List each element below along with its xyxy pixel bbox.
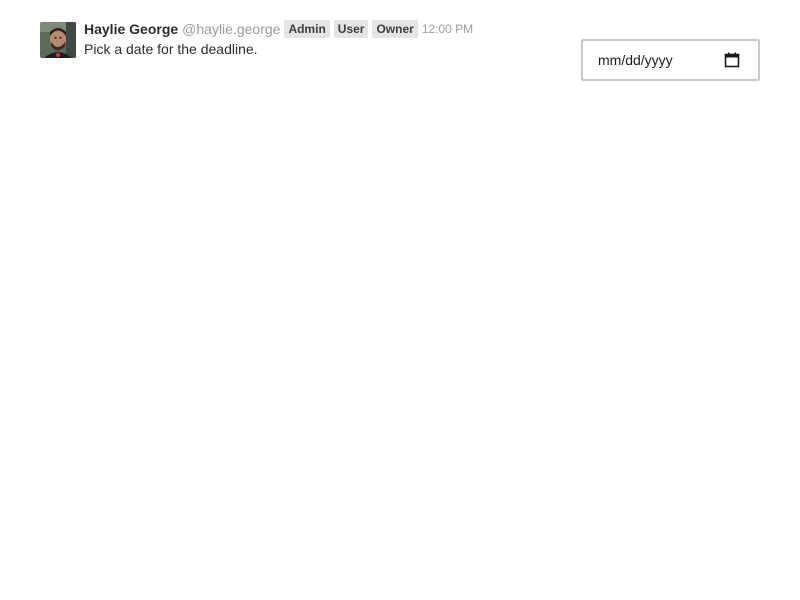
avatar-image — [40, 22, 76, 58]
message-timestamp[interactable]: 12:00 PM — [422, 20, 473, 38]
role-badge-admin: Admin — [284, 20, 330, 38]
role-badge-user: User — [333, 20, 369, 38]
role-badge-owner: Owner — [372, 20, 418, 38]
avatar[interactable] — [40, 22, 76, 58]
message-text: Pick a date for the deadline. — [84, 41, 258, 57]
message-header: Haylie George @haylie.george Admin User … — [84, 20, 473, 38]
chat-message: Haylie George @haylie.george Admin User … — [40, 20, 760, 90]
calendar-icon[interactable] — [724, 52, 740, 68]
author-name[interactable]: Haylie George — [84, 20, 178, 38]
date-input[interactable]: mm/dd/yyyy — [581, 39, 760, 81]
date-input-placeholder: mm/dd/yyyy — [598, 52, 673, 68]
author-handle[interactable]: @haylie.george — [182, 20, 280, 38]
